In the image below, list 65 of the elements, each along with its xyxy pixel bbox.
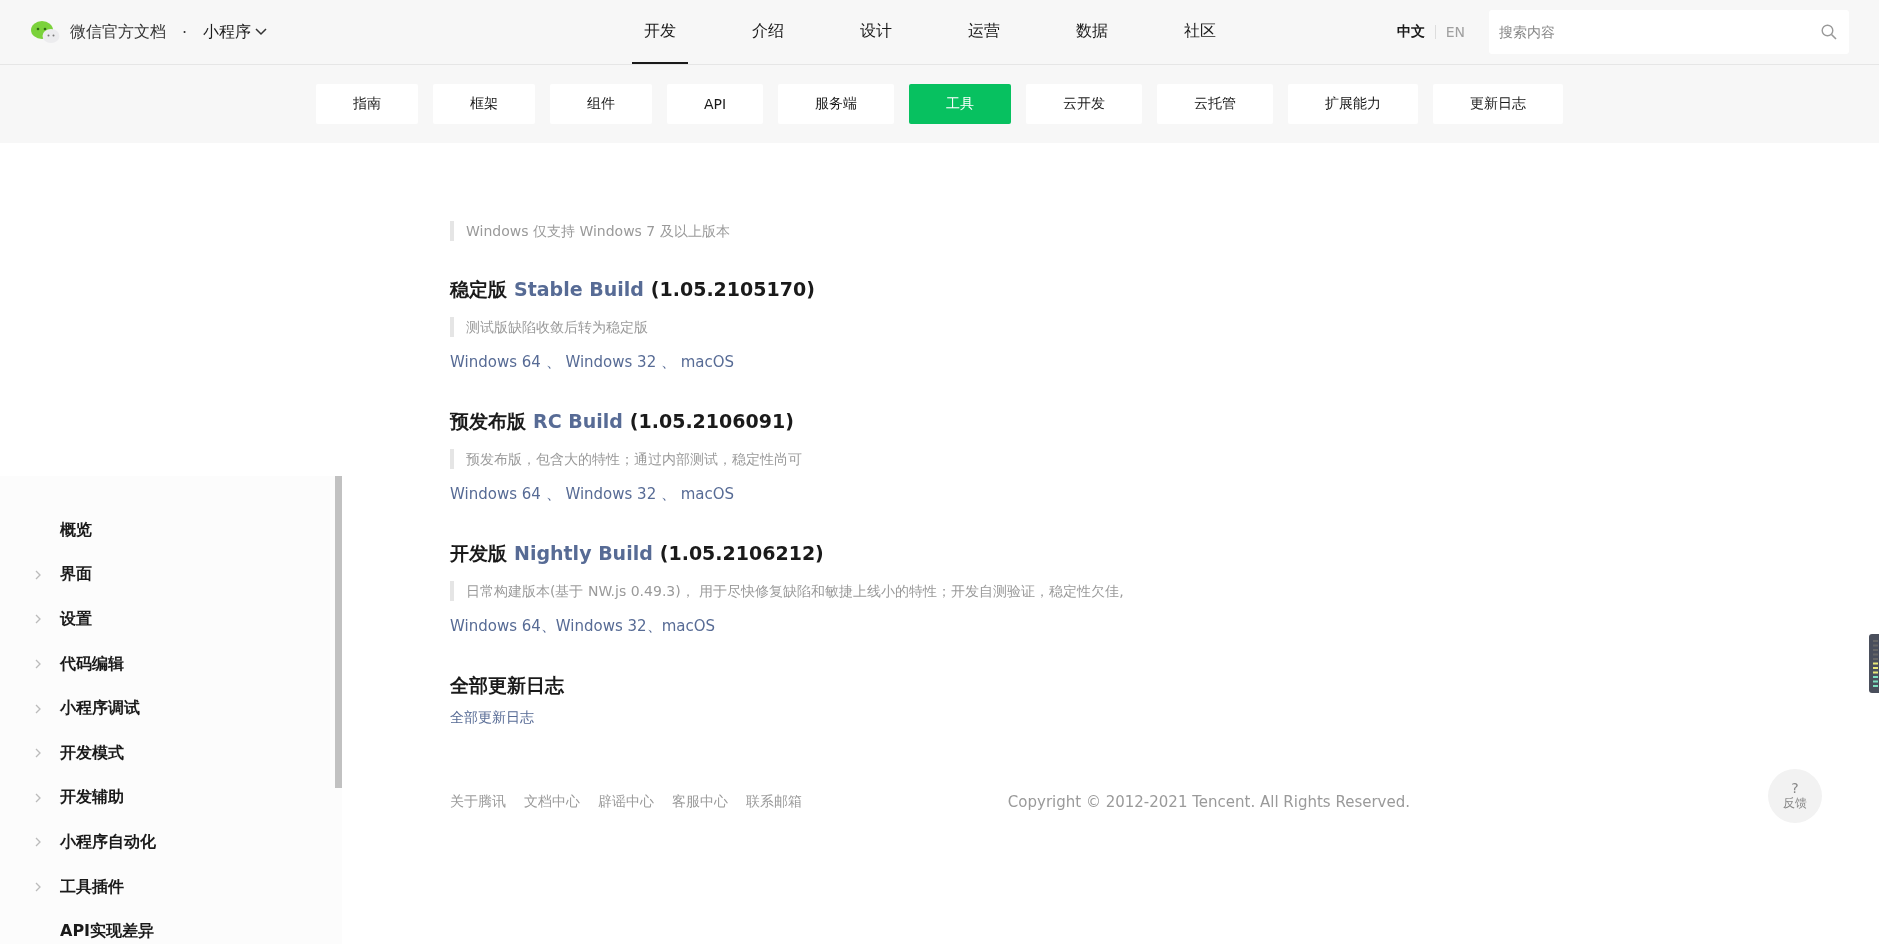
note-text: 测试版缺陷收敛后转为稳定版 bbox=[450, 317, 1450, 337]
chevron-down-icon bbox=[255, 28, 268, 36]
category-button[interactable]: 云托管 bbox=[1157, 84, 1274, 124]
nav-tab[interactable]: 社区 bbox=[1172, 0, 1228, 64]
build-name: Stable Build bbox=[514, 277, 644, 302]
download-link[interactable]: macOS bbox=[680, 483, 735, 505]
download-link[interactable]: Windows 64 bbox=[450, 483, 541, 505]
build-name: RC Build bbox=[533, 409, 623, 434]
copyright-text: Copyright © 2012-2021 Tencent. All Rights Reserved. bbox=[1007, 793, 1410, 811]
nav-tab[interactable]: 介绍 bbox=[740, 0, 796, 64]
note-text: Windows 仅支持 Windows 7 及以上版本 bbox=[450, 221, 1450, 241]
sidebar-item[interactable]: 代码编辑 bbox=[0, 641, 330, 687]
sidebar-item[interactable]: 界面 bbox=[0, 552, 330, 598]
sidebar-item[interactable]: 开发辅助 bbox=[0, 775, 330, 821]
separator-text: 、 bbox=[544, 484, 562, 505]
note-text: 日常构建版本(基于 NW.js 0.49.3)， 用于尽快修复缺陷和敏捷上线小的特性；开发自测验证，稳定性欠佳, bbox=[450, 581, 1450, 601]
search-field[interactable]: 搜索内容 bbox=[1489, 10, 1849, 54]
changelog-link[interactable]: 全部更新日志 bbox=[450, 709, 1450, 727]
nav-tab[interactable]: 运营 bbox=[956, 0, 1012, 64]
download-link[interactable]: macOS bbox=[680, 351, 735, 373]
download-link[interactable]: Windows 32 bbox=[565, 351, 657, 373]
category-button[interactable]: 框架 bbox=[432, 84, 535, 124]
category-button[interactable]: 更新日志 bbox=[1433, 84, 1564, 124]
download-link[interactable]: Windows 32 bbox=[555, 615, 647, 637]
site-title[interactable]: 微信官方文档 bbox=[70, 21, 166, 43]
build-version: (1.05.2106212) bbox=[659, 541, 824, 566]
sidebar-item[interactable]: API实现差异 bbox=[0, 909, 330, 944]
language-link[interactable]: 中文 bbox=[1396, 23, 1425, 41]
build-name: Nightly Build bbox=[514, 541, 653, 566]
dot-separator: · bbox=[182, 22, 188, 42]
nav-tab[interactable]: 设计 bbox=[848, 0, 904, 64]
scrollbar-thumb[interactable] bbox=[335, 476, 342, 788]
download-link[interactable]: macOS bbox=[661, 615, 716, 637]
build-heading: 开发版 bbox=[450, 541, 507, 566]
sidebar-item[interactable]: 设置 bbox=[0, 597, 330, 642]
level-meter-icon[interactable] bbox=[1869, 634, 1879, 693]
nav-tab[interactable]: 数据 bbox=[1064, 0, 1120, 64]
section-heading: 全部更新日志 bbox=[450, 673, 564, 698]
sidebar-item[interactable]: 工具插件 bbox=[0, 864, 330, 910]
category-button[interactable]: 扩展能力 bbox=[1288, 84, 1419, 124]
separator-text: 、 bbox=[544, 352, 562, 373]
download-link[interactable]: Windows 64 bbox=[450, 615, 541, 637]
download-link[interactable]: Windows 64 bbox=[450, 351, 541, 373]
sidebar-item[interactable]: 概览 bbox=[0, 508, 330, 553]
category-button[interactable]: 云开发 bbox=[1026, 84, 1143, 124]
separator-text: 、 bbox=[646, 616, 662, 637]
note-text: 预发布版，包含大的特性；通过内部测试，稳定性尚可 bbox=[450, 449, 1450, 469]
build-heading: 稳定版 bbox=[450, 277, 507, 302]
download-link[interactable]: Windows 32 bbox=[565, 483, 657, 505]
logo-icon bbox=[30, 20, 60, 44]
sidebar-item[interactable]: 开发模式 bbox=[0, 730, 330, 776]
build-heading: 预发布版 bbox=[450, 409, 526, 434]
search-icon[interactable] bbox=[1821, 24, 1837, 40]
build-version: (1.05.2105170) bbox=[650, 277, 815, 302]
separator-text: 、 bbox=[659, 484, 677, 505]
sidebar-item[interactable]: 小程序自动化 bbox=[0, 820, 330, 865]
separator-text: 、 bbox=[659, 352, 677, 373]
product-dropdown[interactable]: 小程序 bbox=[203, 21, 268, 43]
category-button[interactable]: 服务端 bbox=[778, 84, 895, 124]
build-version: (1.05.2106091) bbox=[629, 409, 794, 434]
category-button[interactable]: API bbox=[666, 84, 764, 124]
category-button[interactable]: 指南 bbox=[315, 84, 418, 124]
sidebar-item[interactable]: 小程序调试 bbox=[0, 686, 330, 731]
category-button[interactable]: 组件 bbox=[549, 84, 652, 124]
separator-text: 、 bbox=[540, 616, 556, 637]
